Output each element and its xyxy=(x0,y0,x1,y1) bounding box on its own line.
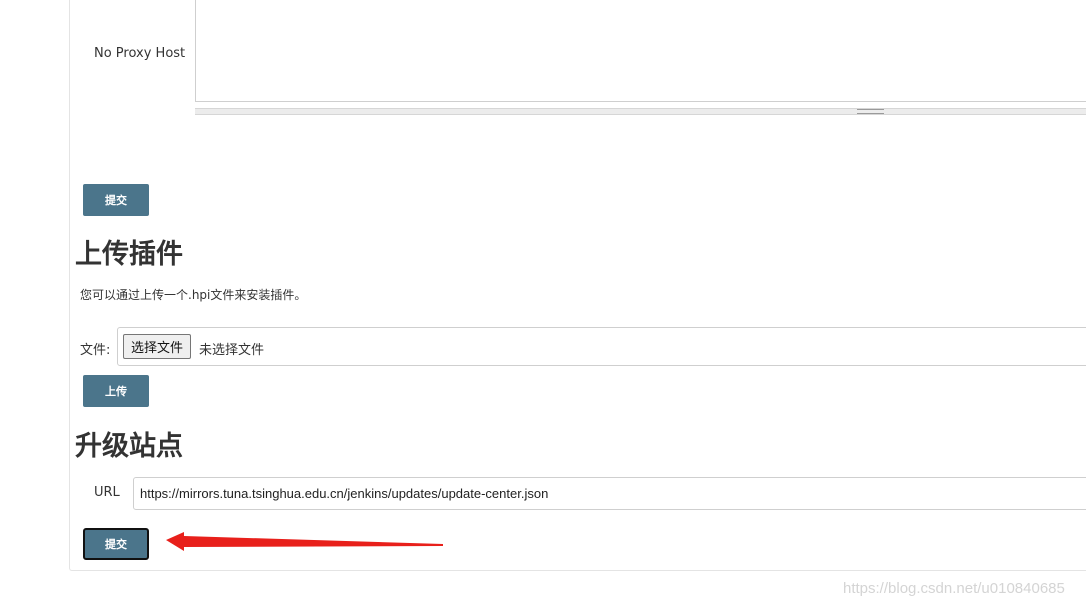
red-arrow-annotation xyxy=(166,532,443,551)
watermark-text: https://blog.csdn.net/u010840685 xyxy=(843,580,1065,597)
red-arrow-icon xyxy=(166,532,443,551)
